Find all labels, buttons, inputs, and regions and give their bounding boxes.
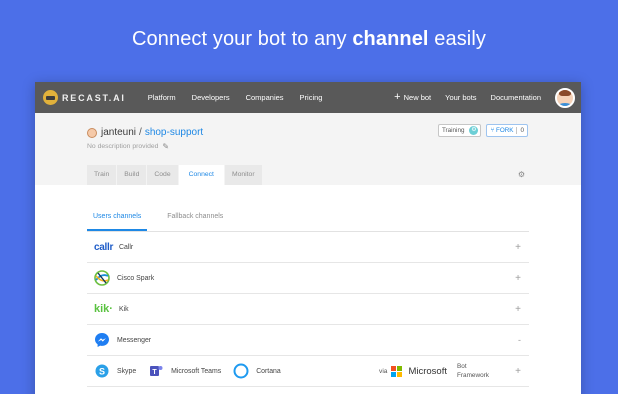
channel-row-bot-framework[interactable]: S Skype T Microsoft Teams Cortana via Mi… [87,356,529,387]
skype-icon: S [94,363,110,379]
headline-suffix: easily [428,28,486,50]
framework-name: Bot Framework [457,363,489,379]
channel-subtabs: Users channels Fallback channels [87,207,529,232]
svg-text:T: T [153,369,158,376]
cortana-icon [233,363,249,379]
recast-logo-icon [43,90,58,105]
expand-icon[interactable]: + [515,304,521,315]
cortana-label: Cortana [256,367,281,375]
logo-text: RECAST.AI [62,92,126,103]
provider-info: via Microsoft Bot Framework [379,362,493,380]
training-badge[interactable]: Training ⚙ [437,124,482,137]
fork-label: ⑂ FORK [490,127,514,134]
training-label: Training [441,127,465,134]
headline: Connect your bot to any channel easily [0,28,618,51]
provider-name: Microsoft [408,365,447,377]
connect-content: Users channels Fallback channels callr C… [35,207,581,387]
collapse-icon[interactable]: - [518,335,521,345]
skype-label: Skype [117,367,137,375]
expand-icon[interactable]: + [515,273,521,284]
new-bot-button[interactable]: + New bot [394,92,431,103]
tab-train[interactable]: Train [87,165,117,185]
nav-pricing[interactable]: Pricing [300,93,323,102]
repo-name[interactable]: shop-support [145,127,203,138]
fork-label-text: FORK [495,127,514,134]
callr-logo: callr [94,241,114,253]
logo[interactable]: RECAST.AI [43,90,126,105]
channel-name: Callr [119,243,134,251]
channel-row-cisco-spark[interactable]: Cisco Spark + [87,263,529,294]
tab-fallback-channels[interactable]: Fallback channels [161,207,229,231]
edit-pencil-icon[interactable]: ✎ [162,142,169,151]
bot-header: janteuni / shop-support No description p… [35,113,581,185]
fork-count: 0 [516,127,527,134]
tab-build[interactable]: Build [117,165,147,185]
nav-platform[interactable]: Platform [148,93,176,102]
kik-logo: kik· [94,303,113,315]
training-status-icon: ⚙ [469,126,479,135]
breadcrumb-separator: / [139,127,142,138]
repo-badges: Training ⚙ ⑂ FORK 0 [437,124,528,137]
channel-row-kik[interactable]: kik· Kik + [87,294,529,325]
cisco-spark-icon [94,270,110,286]
expand-icon[interactable]: + [515,366,521,377]
channel-name: Cisco Spark [117,274,155,282]
plus-icon: + [394,91,401,103]
tab-users-channels[interactable]: Users channels [87,207,148,231]
nav-companies[interactable]: Companies [246,93,284,102]
tab-monitor[interactable]: Monitor [224,165,262,185]
nav-developers[interactable]: Developers [192,93,230,102]
bot-tabs: Train Build Code Connect Monitor [87,165,263,185]
nav-your-bots[interactable]: Your bots [445,93,476,102]
repo-owner[interactable]: janteuni [101,127,136,138]
channel-row-messenger[interactable]: Messenger - [87,325,529,356]
headline-prefix: Connect your bot to any [132,28,353,50]
owner-avatar [87,127,97,138]
channel-name: Kik [119,305,129,313]
user-avatar[interactable] [555,87,575,108]
microsoft-logo-icon [391,365,403,377]
teams-label: Microsoft Teams [171,367,222,375]
nav-documentation[interactable]: Documentation [491,93,541,102]
headline-bold: channel [352,28,429,50]
gear-icon[interactable]: ⚙ [518,170,525,179]
description-text: No description provided [87,143,159,150]
via-label: via [379,367,388,375]
svg-text:S: S [99,366,105,376]
microsoft-teams-icon: T [148,363,164,379]
tab-connect[interactable]: Connect [178,165,224,185]
bot-description: No description provided ✎ [87,142,581,151]
new-bot-label: New bot [403,93,432,102]
tab-code[interactable]: Code [147,165,178,185]
channel-row-callr[interactable]: callr Callr + [87,232,529,263]
channel-name: Messenger [117,336,152,344]
app-window: RECAST.AI Platform Developers Companies … [35,82,581,394]
top-nav: RECAST.AI Platform Developers Companies … [35,82,581,113]
messenger-icon [94,332,110,348]
expand-icon[interactable]: + [515,242,521,253]
fork-button[interactable]: ⑂ FORK 0 [486,124,528,137]
